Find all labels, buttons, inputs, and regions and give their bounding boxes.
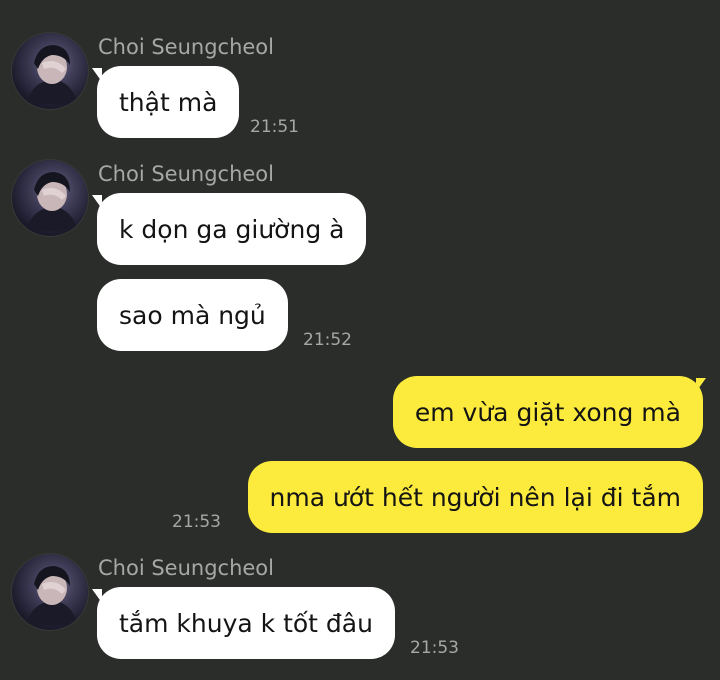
message-timestamp: 21:53: [410, 638, 459, 658]
message-text: thật mà: [119, 87, 218, 117]
message-bubble[interactable]: nma ướt hết người nên lại đi tắm: [247, 461, 703, 533]
message-bubble[interactable]: tắm khuya k tốt đâu: [97, 587, 395, 659]
message-timestamp: 21:52: [303, 330, 352, 350]
message-text: tắm khuya k tốt đâu: [119, 608, 373, 638]
message-text: nma ướt hết người nên lại đi tắm: [269, 482, 682, 512]
message-bubble[interactable]: sao mà ngủ: [97, 279, 288, 351]
message-timestamp: 21:51: [250, 117, 299, 137]
sender-avatar[interactable]: [12, 554, 88, 630]
message-bubble[interactable]: thật mà: [97, 66, 240, 138]
message-text: k dọn ga giường à: [119, 214, 345, 244]
sender-name: Choi Seungcheol: [98, 556, 274, 580]
sender-name: Choi Seungcheol: [98, 162, 274, 186]
profile-avatar-icon: [26, 566, 78, 626]
sender-name: Choi Seungcheol: [98, 35, 274, 59]
sender-avatar[interactable]: [12, 33, 88, 109]
message-text: em vừa giặt xong mà: [414, 397, 681, 427]
message-bubble[interactable]: k dọn ga giường à: [97, 193, 367, 265]
message-bubble[interactable]: em vừa giặt xong mà: [392, 376, 703, 448]
message-text: sao mà ngủ: [119, 300, 266, 330]
message-timestamp: 21:53: [172, 512, 221, 532]
sender-avatar[interactable]: [12, 160, 88, 236]
profile-avatar-icon: [26, 45, 78, 105]
profile-avatar-icon: [26, 172, 78, 232]
